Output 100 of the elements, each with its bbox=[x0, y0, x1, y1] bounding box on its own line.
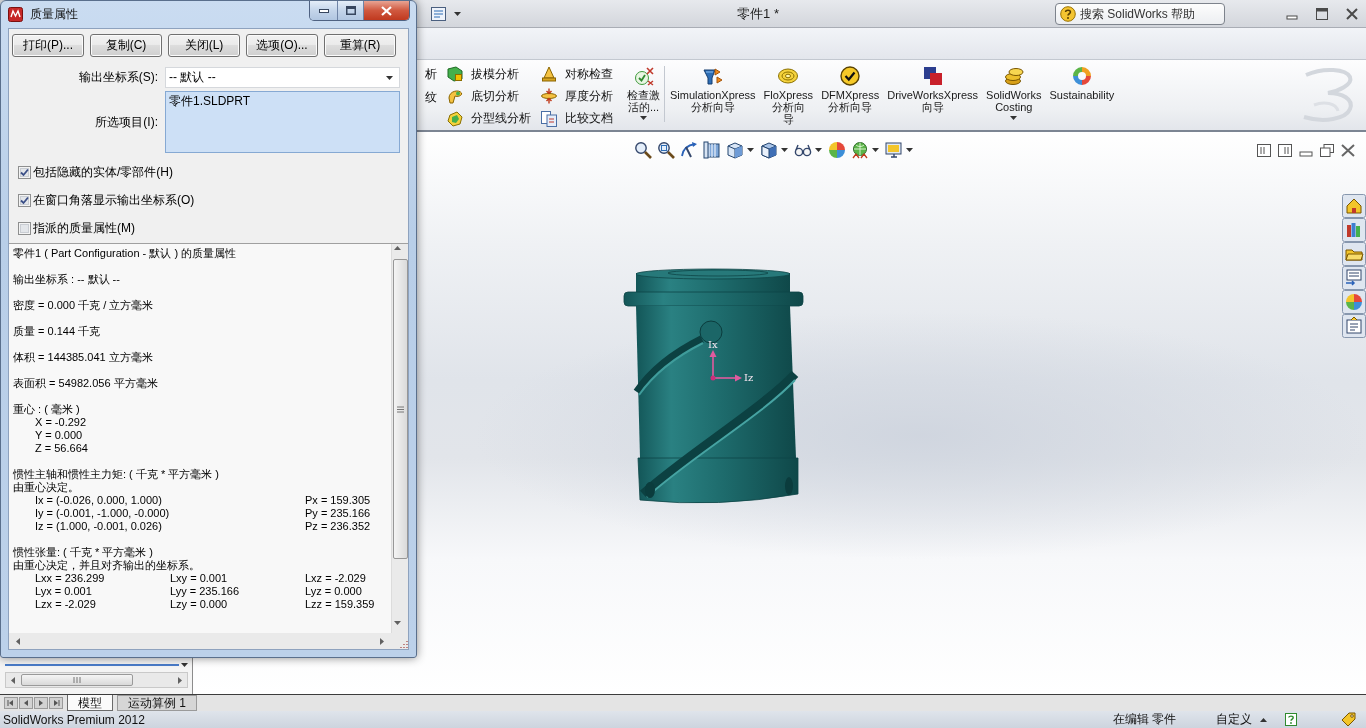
dialog-button[interactable]: 复制(C) bbox=[90, 34, 162, 57]
caret-icon[interactable] bbox=[815, 148, 822, 152]
check-cross-icon[interactable] bbox=[633, 66, 654, 86]
ribbon-button[interactable]: 比较文档 bbox=[541, 107, 613, 130]
sphere-icon[interactable] bbox=[828, 141, 846, 159]
funnel-arrows-icon[interactable] bbox=[702, 66, 723, 86]
maximize-icon[interactable] bbox=[345, 6, 356, 15]
minimize-icon[interactable] bbox=[318, 8, 329, 13]
minimize-button[interactable] bbox=[310, 1, 337, 20]
folder-icon[interactable] bbox=[1342, 242, 1366, 266]
checkbox[interactable] bbox=[18, 193, 31, 207]
search-field[interactable]: 搜索 SolidWorks 帮助 bbox=[1055, 2, 1225, 25]
vertical-scrollbar[interactable] bbox=[391, 244, 408, 633]
checkbox[interactable] bbox=[18, 221, 31, 235]
dialog-button[interactable]: 关闭(L) bbox=[168, 34, 240, 57]
caret-icon[interactable] bbox=[906, 148, 913, 152]
magnifier-icon[interactable] bbox=[634, 141, 652, 159]
checkbox-label[interactable]: 指派的质量属性(M) bbox=[33, 219, 135, 237]
arrows-disc-icon[interactable] bbox=[541, 88, 557, 105]
ribbon-label[interactable]: 析 bbox=[425, 63, 437, 86]
curved-arrow-icon[interactable] bbox=[680, 141, 698, 159]
squares-icon[interactable] bbox=[922, 66, 943, 86]
caret-icon[interactable] bbox=[1010, 116, 1018, 120]
report-value: Py = 235.166 bbox=[305, 507, 371, 520]
shaded-face-icon[interactable] bbox=[447, 66, 463, 83]
ribbon-button[interactable]: 厚度分析 bbox=[541, 85, 613, 108]
ribbon-button[interactable]: DFMXpress 分析向导 bbox=[821, 60, 880, 130]
caret-icon[interactable] bbox=[386, 75, 393, 80]
help-icon[interactable] bbox=[1060, 5, 1076, 22]
report-value: Ix = (-0.026, 0.000, 1.000) bbox=[35, 494, 162, 507]
close-button[interactable] bbox=[363, 1, 409, 20]
left-arrow-icon[interactable] bbox=[14, 636, 23, 646]
clipboard-icon[interactable] bbox=[1342, 314, 1366, 338]
shaded-cube-icon[interactable] bbox=[760, 141, 778, 159]
cube-icon[interactable] bbox=[726, 141, 744, 159]
units-selector[interactable]: 自定义 bbox=[1216, 711, 1252, 728]
maximize-button[interactable] bbox=[337, 1, 363, 20]
ribbon-button[interactable]: SolidWorks Costing bbox=[986, 60, 1042, 130]
restore-icon[interactable] bbox=[1320, 143, 1334, 157]
scrollbar-thumb[interactable] bbox=[21, 674, 133, 686]
horizontal-scrollbar[interactable] bbox=[9, 633, 391, 649]
ribbon-button[interactable]: 对称检查 bbox=[541, 63, 613, 86]
checkbox-label[interactable]: 包括隐藏的实体/零部件(H) bbox=[33, 163, 173, 181]
ribbon-button[interactable]: 检查激 活的... bbox=[627, 60, 660, 130]
ribbon-button[interactable]: 拔模分析 bbox=[447, 63, 531, 86]
checkbox-label[interactable]: 在窗口角落显示输出坐标系(O) bbox=[33, 191, 195, 209]
right-arrow-icon[interactable] bbox=[175, 675, 184, 685]
document-tab[interactable]: 运动算例 1 bbox=[117, 695, 197, 711]
ring-icon[interactable] bbox=[1071, 66, 1092, 86]
right-arrow-icon[interactable] bbox=[377, 636, 386, 646]
check-circle-icon[interactable] bbox=[840, 66, 861, 86]
selection-list[interactable]: 零件1.SLDPRT bbox=[165, 91, 400, 153]
ribbon-button[interactable]: FloXpress 分析向 导 bbox=[763, 60, 814, 130]
curved-shape-icon[interactable] bbox=[447, 88, 463, 105]
dialog-button[interactable]: 重算(R) bbox=[324, 34, 396, 57]
ribbon-button[interactable]: DriveWorksXpress 向导 bbox=[887, 60, 979, 130]
coins-icon[interactable] bbox=[1003, 66, 1024, 86]
list-icon[interactable] bbox=[431, 6, 446, 21]
monitor-icon[interactable] bbox=[885, 141, 903, 159]
documents-icon[interactable] bbox=[541, 110, 557, 127]
ribbon-button[interactable]: 分型线分析 bbox=[447, 107, 531, 130]
document-tab[interactable]: 模型 bbox=[67, 695, 113, 711]
close-icon[interactable] bbox=[1341, 143, 1355, 157]
caret-icon[interactable] bbox=[181, 663, 188, 667]
caret-icon[interactable] bbox=[781, 148, 788, 152]
maximize-icon[interactable] bbox=[1316, 7, 1328, 20]
books-icon[interactable] bbox=[1342, 218, 1366, 242]
axis-label: Ix bbox=[708, 339, 718, 350]
cone-icon[interactable] bbox=[541, 66, 557, 83]
faceted-shape-icon[interactable] bbox=[447, 110, 463, 127]
caret-icon[interactable] bbox=[747, 148, 754, 152]
close-icon[interactable] bbox=[1346, 7, 1358, 20]
ribbon-button[interactable]: Sustainability bbox=[1049, 60, 1115, 130]
sliced-box-icon[interactable] bbox=[703, 141, 721, 159]
caret-icon[interactable] bbox=[640, 116, 647, 120]
ribbon-label[interactable]: 纹 bbox=[425, 86, 437, 109]
checkbox[interactable] bbox=[18, 165, 31, 179]
report-value: Iy = (-0.001, -1.000, -0.000) bbox=[35, 507, 170, 520]
caret-icon[interactable] bbox=[1260, 717, 1267, 722]
ribbon-button[interactable]: SimulationXpress 分析向导 bbox=[670, 60, 756, 130]
globe-icon[interactable] bbox=[851, 141, 869, 159]
tile-right-icon[interactable] bbox=[1278, 143, 1292, 157]
grip-icon bbox=[73, 677, 81, 683]
scrollbar-thumb[interactable] bbox=[392, 259, 408, 559]
home-icon[interactable] bbox=[1342, 194, 1366, 218]
ribbon-button[interactable]: 底切分析 bbox=[447, 85, 531, 108]
left-arrow-icon[interactable] bbox=[9, 675, 18, 685]
caret-icon[interactable] bbox=[454, 11, 461, 16]
dialog-button[interactable]: 打印(P)... bbox=[12, 34, 84, 57]
report-value: Px = 159.305 bbox=[305, 494, 371, 507]
magnifier-box-icon[interactable] bbox=[657, 141, 675, 159]
coordinate-system-dropdown[interactable]: -- 默认 -- bbox=[165, 67, 400, 88]
disc-icon[interactable] bbox=[778, 66, 799, 86]
tile-left-icon[interactable] bbox=[1257, 143, 1271, 157]
horizontal-scrollbar[interactable] bbox=[5, 672, 188, 688]
help-icon[interactable] bbox=[1285, 713, 1297, 726]
tag-icon[interactable] bbox=[1341, 712, 1356, 727]
caret-icon[interactable] bbox=[872, 148, 879, 152]
dialog-button[interactable]: 选项(O)... bbox=[246, 34, 318, 57]
list-item[interactable]: 零件1.SLDPRT bbox=[169, 93, 251, 110]
